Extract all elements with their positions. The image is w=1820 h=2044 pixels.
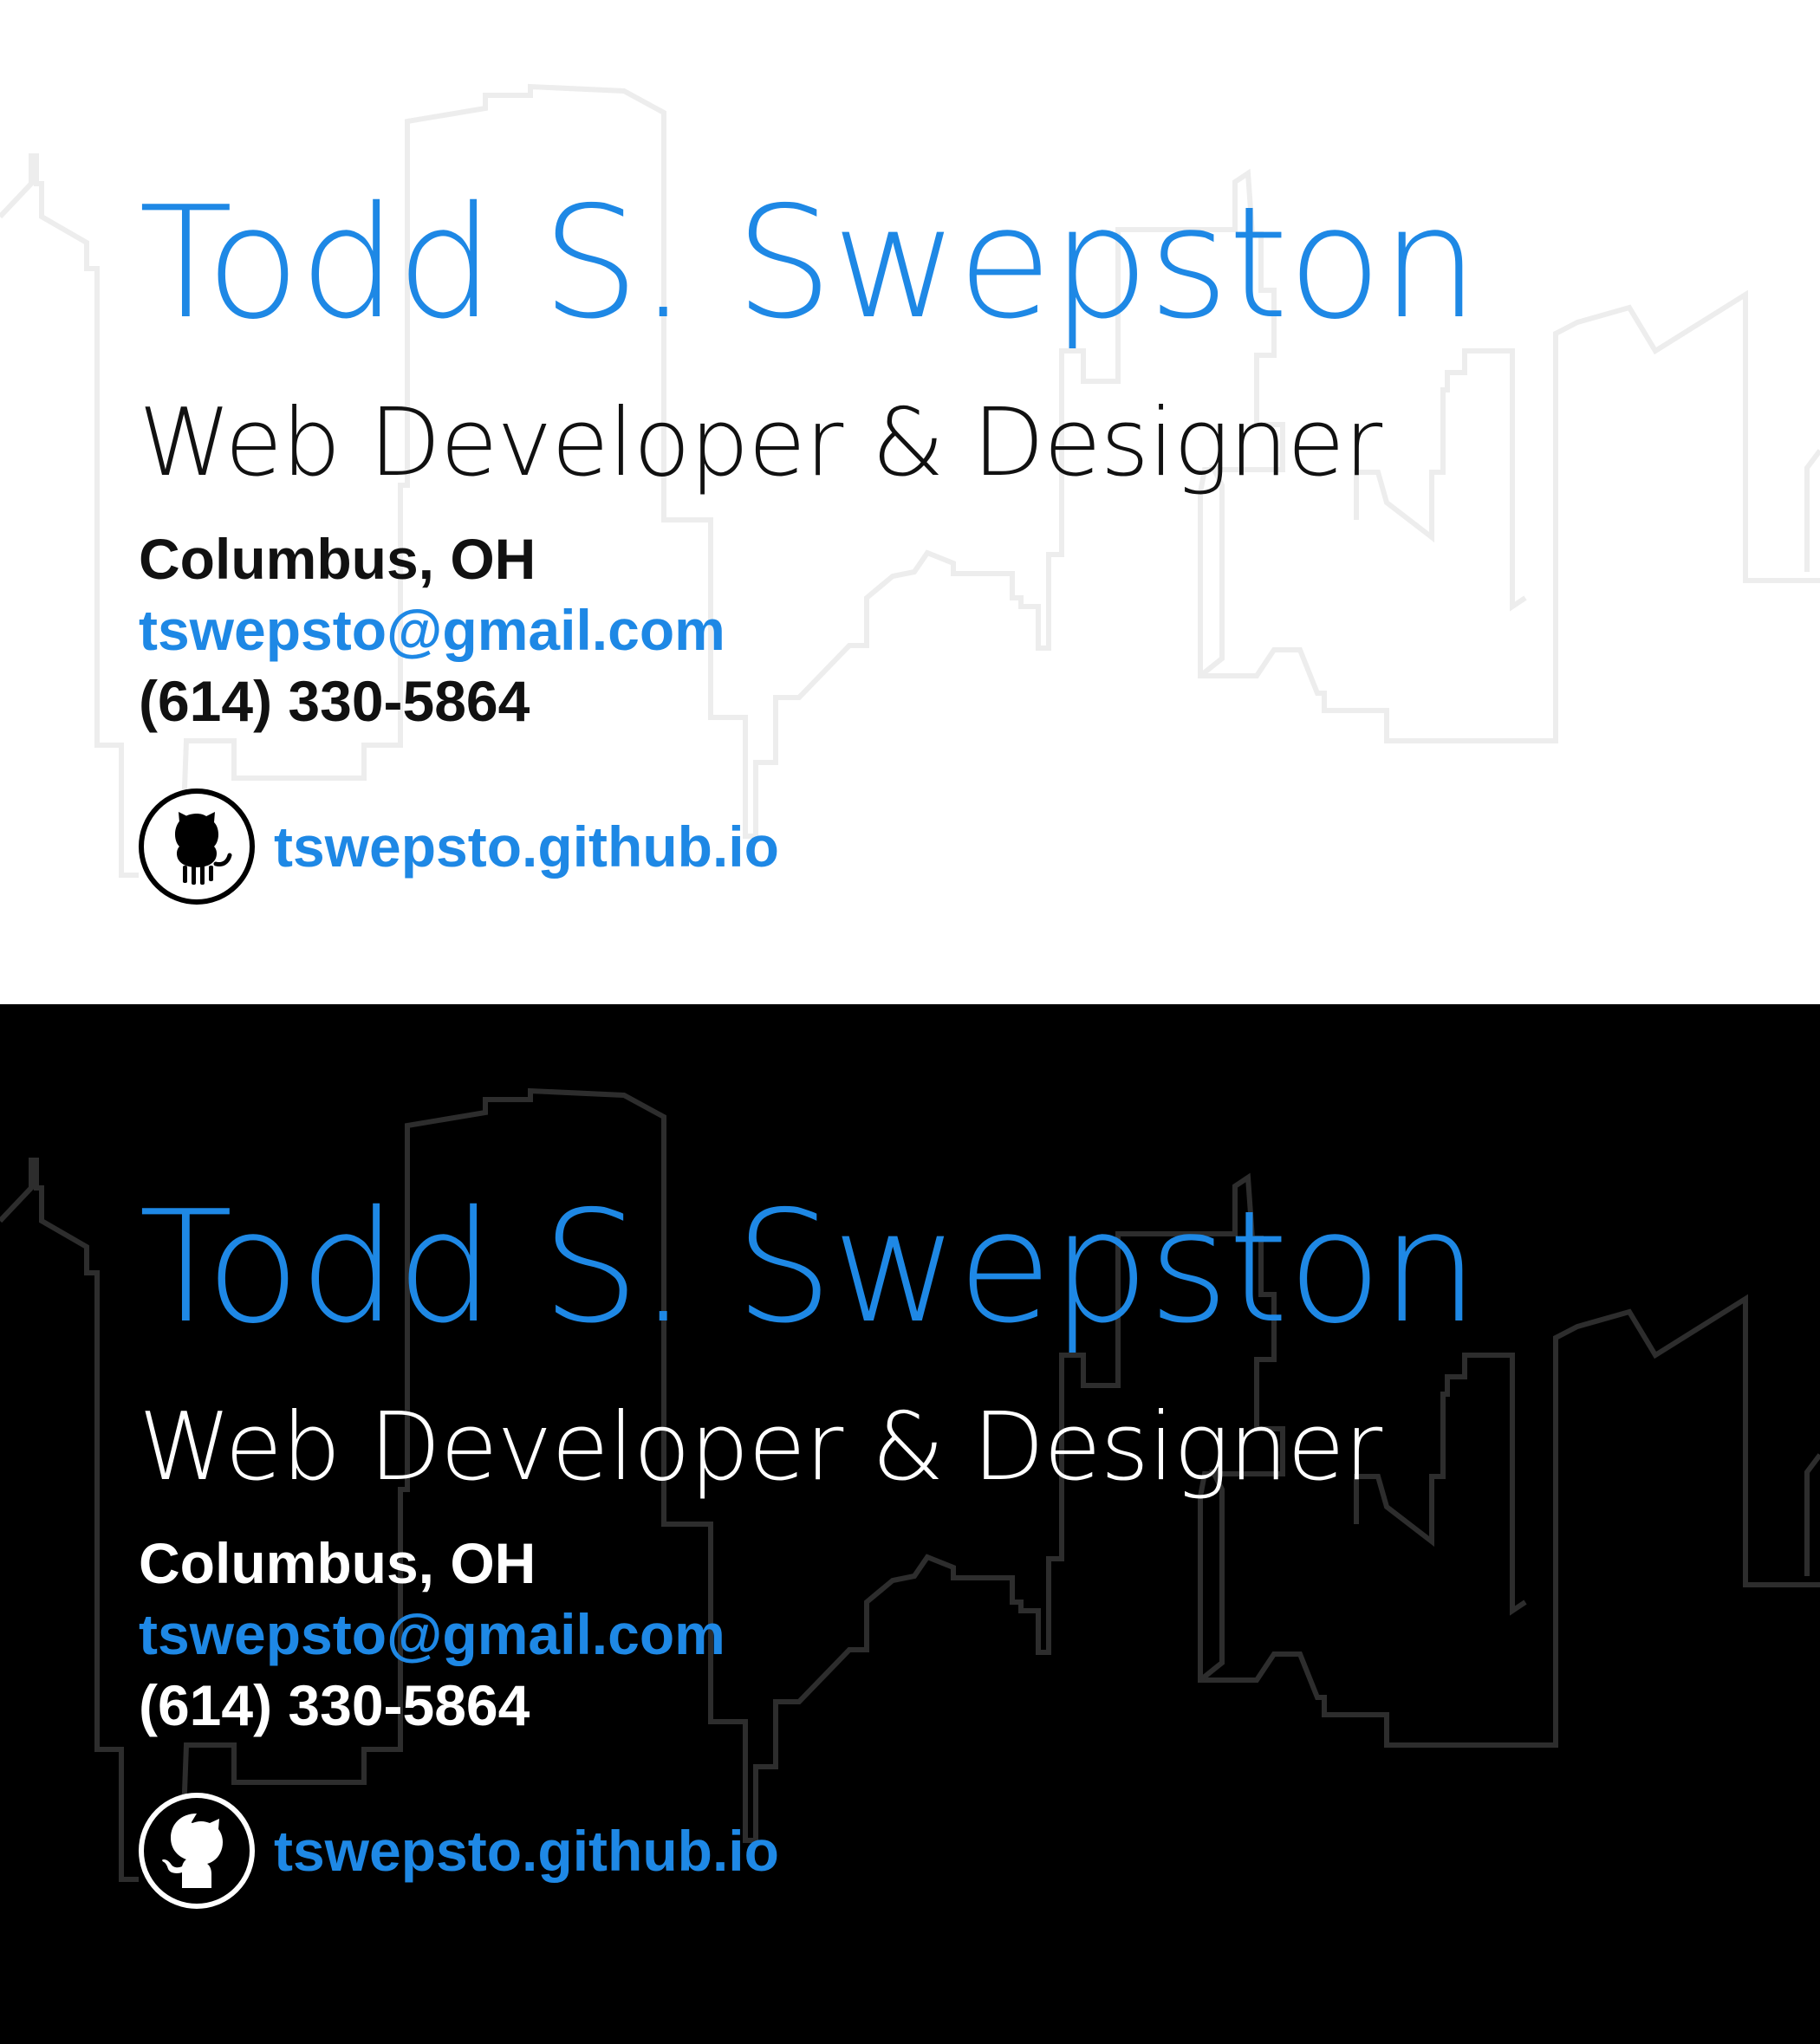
job-title: Web Developer & Designer <box>139 389 1382 497</box>
github-octocat-icon <box>139 788 255 905</box>
email-link[interactable]: tswepsto@gmail.com <box>139 601 725 659</box>
location-text: Columbus, OH <box>139 1531 536 1595</box>
website-link[interactable]: tswepsto.github.io <box>274 1818 779 1884</box>
email-link[interactable]: tswepsto@gmail.com <box>139 1606 725 1663</box>
website-row: tswepsto.github.io <box>139 1791 779 1911</box>
github-octocat-icon <box>139 1793 255 1909</box>
person-name: Todd S. Swepston <box>139 173 1479 353</box>
job-title: Web Developer & Designer <box>139 1393 1382 1502</box>
phone-number: (614) 330-5864 <box>139 1673 530 1737</box>
location-text: Columbus, OH <box>139 527 536 591</box>
website-row: tswepsto.github.io <box>139 787 779 906</box>
person-name: Todd S. Swepston <box>139 1178 1479 1357</box>
website-link[interactable]: tswepsto.github.io <box>274 814 779 879</box>
business-card-dark: Todd S. Swepston Web Developer & Designe… <box>0 1004 1820 2044</box>
business-card-light: Todd S. Swepston Web Developer & Designe… <box>0 0 1820 1004</box>
phone-number: (614) 330-5864 <box>139 669 530 733</box>
